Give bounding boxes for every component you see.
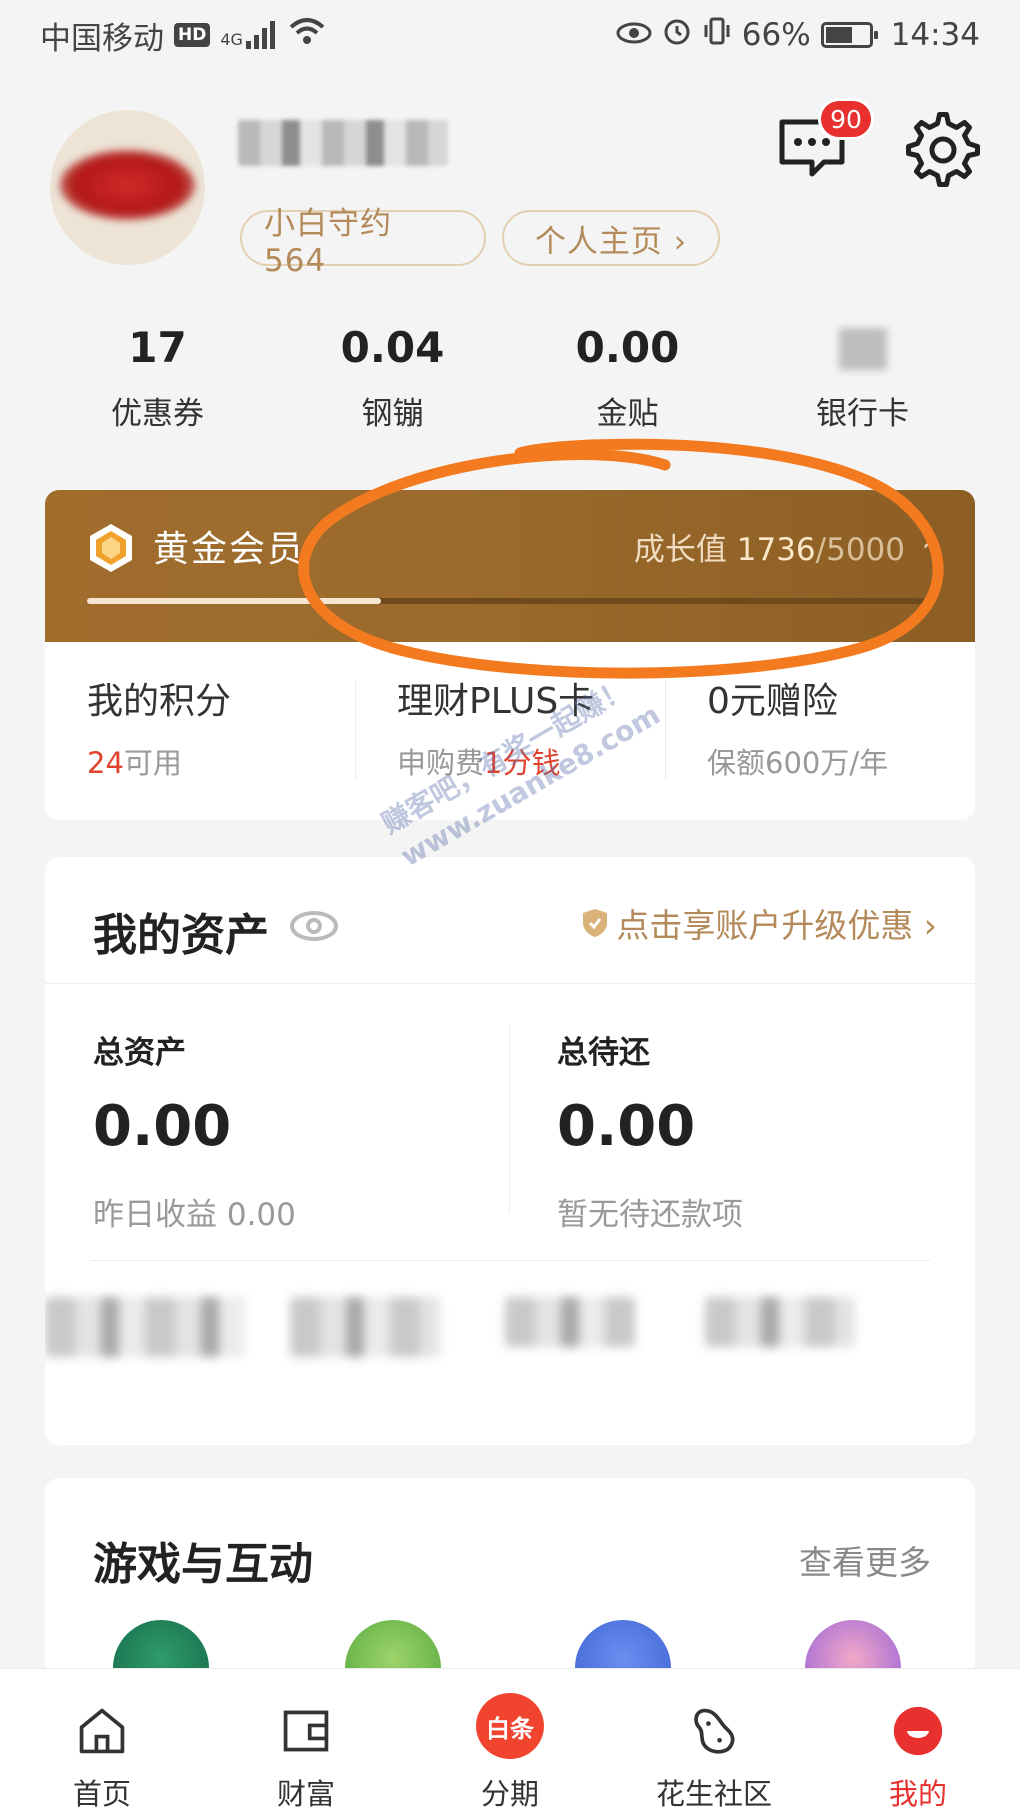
nav-wealth[interactable]: 财富: [204, 1669, 408, 1813]
redacted-item-1: [45, 1297, 245, 1357]
stat-label: 优惠券: [111, 396, 204, 432]
perk-subtitle: 保额600万/年: [707, 746, 889, 780]
perk-points[interactable]: 我的积分 24可用: [45, 642, 355, 820]
redacted-item-3: [505, 1297, 635, 1347]
carrier-label: 中国移动: [40, 20, 164, 57]
shield-icon: [583, 909, 608, 937]
total-assets[interactable]: 总资产 0.00 昨日收益 0.00: [93, 1027, 296, 1234]
membership-card: 黄金会员 成长值 1736/5000 › 我的积分 24可用 理财PLUS卡 申…: [45, 490, 975, 820]
nav-label: 首页: [72, 1777, 131, 1811]
stat-label: 银行卡: [816, 396, 909, 432]
games-title: 游戏与互动: [93, 1539, 313, 1590]
wallet-icon: [283, 1710, 329, 1752]
perk-title: 0元赠险: [707, 681, 838, 722]
stats-row: 17 优惠券 0.04 钢镚 0.00 金贴 银行卡: [40, 320, 980, 440]
assets-card: 我的资产 点击享账户升级优惠 › 总资产 0.00 昨日收益 0.00 总待还 …: [45, 857, 975, 1445]
stat-value-redacted: [745, 320, 980, 376]
stat-value: 0.00: [575, 323, 680, 372]
stat-bank-cards[interactable]: 银行卡: [745, 320, 980, 440]
redacted-item-4: [705, 1297, 855, 1347]
member-level-label: 黄金会员: [153, 529, 306, 570]
total-due[interactable]: 总待还 0.00 暂无待还款项: [557, 1027, 743, 1234]
eye-icon[interactable]: [288, 901, 340, 951]
growth-progress-fill: [87, 598, 382, 604]
membership-banner[interactable]: 黄金会员 成长值 1736/5000 ›: [45, 490, 975, 642]
divider: [90, 1260, 930, 1261]
wifi-icon: [289, 17, 325, 53]
nav-installment[interactable]: 白条 分期: [408, 1669, 612, 1813]
avatar[interactable]: [50, 110, 205, 265]
perk-title: 理财PLUS卡: [397, 681, 595, 722]
stat-value: 17: [128, 323, 187, 372]
nav-mine[interactable]: 我的: [816, 1669, 1020, 1813]
total-due-label: 总待还: [557, 1035, 650, 1071]
peanut-icon: [694, 1708, 735, 1754]
network-type: 4G: [220, 30, 243, 49]
member-perks: 我的积分 24可用 理财PLUS卡 申购费1分钱 0元赠险 保额600万/年: [45, 642, 975, 820]
profile-icon: [893, 1706, 943, 1756]
alarm-icon: [662, 16, 692, 54]
status-bar: 中国移动 HD 4G 66% 14:34: [0, 0, 1020, 70]
profile-home-chip[interactable]: 个人主页 ›: [502, 210, 720, 266]
divider: [509, 1025, 510, 1213]
username-redacted: [238, 120, 448, 166]
growth-progress-bar: [87, 598, 935, 604]
total-assets-label: 总资产: [93, 1035, 186, 1071]
games-card: 游戏与互动 查看更多: [45, 1478, 975, 1678]
xiaobai-credit-chip[interactable]: 小白守约 564: [240, 206, 486, 279]
battery-icon: [820, 22, 878, 48]
perk-plus-card[interactable]: 理财PLUS卡 申购费1分钱: [355, 642, 665, 820]
nav-community[interactable]: 花生社区: [612, 1669, 816, 1813]
home-icon: [79, 1708, 125, 1754]
perk-subtitle: 申购费1分钱: [397, 746, 561, 780]
bottom-nav: 首页 财富 白条 分期 花生社区 我的: [0, 1668, 1020, 1813]
nav-home[interactable]: 首页: [0, 1669, 204, 1813]
due-status: 暂无待还款项: [557, 1197, 743, 1233]
growth-value: 成长值 1736/5000: [634, 524, 905, 569]
stat-coins[interactable]: 0.04 钢镚: [275, 320, 510, 440]
stat-label: 金贴: [596, 396, 659, 432]
eye-comfort-icon: [616, 17, 652, 53]
growth-max: /5000: [815, 532, 905, 568]
nav-label: 财富: [276, 1777, 335, 1811]
yesterday-earnings: 昨日收益 0.00: [93, 1197, 296, 1233]
view-more-link[interactable]: 查看更多: [799, 1536, 931, 1584]
divider: [45, 983, 975, 984]
stat-gold-subsidy[interactable]: 0.00 金贴: [510, 320, 745, 440]
battery-percent: 66%: [741, 17, 811, 53]
vibrate-icon: [702, 16, 732, 54]
stat-label: 钢镚: [361, 396, 424, 432]
chevron-right-icon: ›: [921, 520, 935, 560]
gear-icon[interactable]: [905, 112, 981, 188]
clock: 14:34: [890, 17, 980, 53]
hd-badge: HD: [174, 23, 211, 47]
total-due-value: 0.00: [557, 1094, 696, 1159]
perk-free-insurance[interactable]: 0元赠险 保额600万/年: [665, 642, 975, 820]
signal-icon: 4G: [220, 21, 279, 49]
baitiao-icon: 白条: [476, 1693, 544, 1759]
total-assets-value: 0.00: [93, 1094, 232, 1159]
message-count-badge: 90: [818, 98, 874, 140]
stat-value: 0.04: [340, 323, 445, 372]
account-upgrade-link[interactable]: 点击享账户升级优惠 ›: [582, 899, 937, 947]
perk-subtitle: 24可用: [87, 746, 182, 780]
redacted-item-2: [290, 1297, 440, 1357]
upgrade-label: 点击享账户升级优惠 ›: [616, 906, 937, 945]
nav-label: 花生社区: [655, 1777, 772, 1811]
nav-label: 分期: [480, 1777, 539, 1811]
growth-current: 1736: [736, 532, 816, 568]
growth-label: 成长值: [633, 532, 727, 568]
perk-title: 我的积分: [87, 681, 232, 722]
stat-coupons[interactable]: 17 优惠券: [40, 320, 275, 440]
assets-title: 我的资产: [93, 910, 269, 961]
nav-label: 我的: [888, 1777, 947, 1811]
gold-member-badge-icon: [90, 524, 132, 572]
